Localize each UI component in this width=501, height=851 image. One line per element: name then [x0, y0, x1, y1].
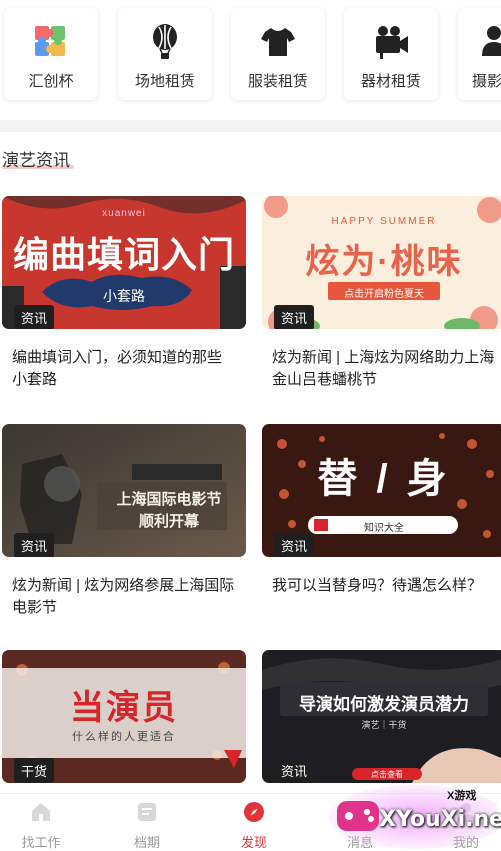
category-label: 汇创杯: [28, 73, 74, 90]
camera-icon: [376, 26, 408, 59]
category-label: 场地租赁: [134, 73, 195, 90]
category-photography[interactable]: 摄影: [458, 8, 501, 100]
thumb-top-text: xuanwei: [102, 208, 146, 219]
article-card[interactable]: HAPPY SUMMER 炫为·桃味 点击开启粉色夏天 资讯 炫为新闻 | 上海…: [262, 196, 501, 391]
category-strip: 汇创杯 场地租赁 服装租赁 器材租赁 摄影: [0, 0, 501, 118]
thumb-sub-text: 点击开启粉色夏天: [344, 289, 424, 300]
category-huichuangbei[interactable]: 汇创杯: [4, 8, 98, 100]
article-title: 炫为新闻 | 上海炫为网络助力上海金山吕巷蟠桃节: [272, 349, 495, 388]
article-card[interactable]: 当演员 什么样的人更适合 干货: [2, 650, 246, 783]
category-label: 摄影: [472, 73, 501, 90]
article-tag: 资讯: [14, 533, 55, 557]
section-title: 演艺资讯: [2, 151, 70, 170]
article-card[interactable]: xuanwei 编曲填词入门 小套路 资讯 编曲填词入门，必须知道的那些小套路: [2, 196, 246, 391]
article-thumbnail: 导演如何激发演员潜力 演艺｜干货 点击查看 资讯: [262, 650, 501, 783]
article-card[interactable]: 上海国际电影节 顺利开幕 资讯 炫为新闻 | 炫为网络参展上海国际电影节: [2, 424, 246, 619]
category-label: 器材租赁: [360, 73, 421, 90]
puzzle-icon: [35, 26, 65, 56]
gamepad-icon: [337, 801, 379, 831]
article-thumbnail: xuanwei 编曲填词入门 小套路 资讯: [2, 196, 246, 329]
category-label: 服装租赁: [247, 73, 308, 90]
balloon-icon: [153, 24, 177, 59]
nav-discover[interactable]: 发现: [219, 800, 289, 851]
people-icon: [482, 26, 501, 56]
article-title: 编曲填词入门，必须知道的那些小套路: [12, 349, 223, 388]
thumb-sub-text: 演艺｜干货: [361, 720, 407, 730]
thumb-main-text: 上海国际电影节: [116, 491, 222, 508]
article-tag: 干货: [14, 758, 55, 783]
thumb-main-text: 炫为·桃味: [305, 243, 463, 281]
article-title: 炫为新闻 | 炫为网络参展上海国际电影节: [12, 577, 235, 616]
thumb-main-text: 编曲填词入门: [12, 234, 235, 275]
article-card[interactable]: 替 / 身 知识大全 资讯 我可以当替身吗？待遇怎么样？: [262, 424, 501, 597]
nav-label: 档期: [133, 835, 160, 850]
nav-label: 找工作: [21, 835, 61, 850]
thumb-sub-text: 顺利开幕: [138, 513, 199, 530]
article-title: 我可以当替身吗？待遇怎么样？: [272, 577, 483, 594]
watermark-sub: X游戏: [447, 790, 477, 802]
shirt-icon: [261, 28, 295, 56]
article-tag: 资讯: [274, 758, 315, 783]
article-thumbnail: 上海国际电影节 顺利开幕 资讯: [2, 424, 246, 557]
nav-find-job[interactable]: 找工作: [6, 800, 76, 851]
article-thumbnail: 替 / 身 知识大全 资讯: [262, 424, 501, 557]
article-tag: 资讯: [14, 305, 55, 329]
thumb-sub-text: 小套路: [103, 288, 145, 304]
thumb-small-text: 点击查看: [371, 770, 403, 779]
thumb-main-text: 当演员: [70, 689, 178, 727]
schedule-icon: [138, 803, 156, 821]
article-thumbnail: HAPPY SUMMER 炫为·桃味 点击开启粉色夏天 资讯: [262, 196, 501, 329]
article-thumbnail: 当演员 什么样的人更适合 干货: [2, 650, 246, 783]
watermark-text: XYouXi.net: [379, 807, 501, 832]
section-divider: [0, 120, 501, 132]
category-equipment-rental[interactable]: 器材租赁: [344, 8, 438, 100]
thumb-sub-text: 知识大全: [364, 523, 404, 534]
category-costume-rental[interactable]: 服装租赁: [231, 8, 325, 100]
article-card[interactable]: 导演如何激发演员潜力 演艺｜干货 点击查看 资讯: [262, 650, 501, 783]
article-tag: 资讯: [274, 533, 315, 557]
thumb-sub-text: 什么样的人更适合: [72, 731, 176, 743]
thumb-main-text: 导演如何激发演员潜力: [299, 695, 469, 714]
thumb-top-text: HAPPY SUMMER: [331, 216, 437, 227]
nav-schedule[interactable]: 档期: [112, 800, 182, 851]
watermark: X游戏 XYouXi.net: [327, 781, 501, 849]
home-icon: [32, 803, 50, 821]
nav-label: 发现: [240, 835, 267, 850]
article-tag: 资讯: [274, 305, 315, 329]
compass-icon: [244, 802, 264, 822]
category-venue-rental[interactable]: 场地租赁: [118, 8, 212, 100]
thumb-main-text: 替 / 身: [317, 457, 451, 501]
